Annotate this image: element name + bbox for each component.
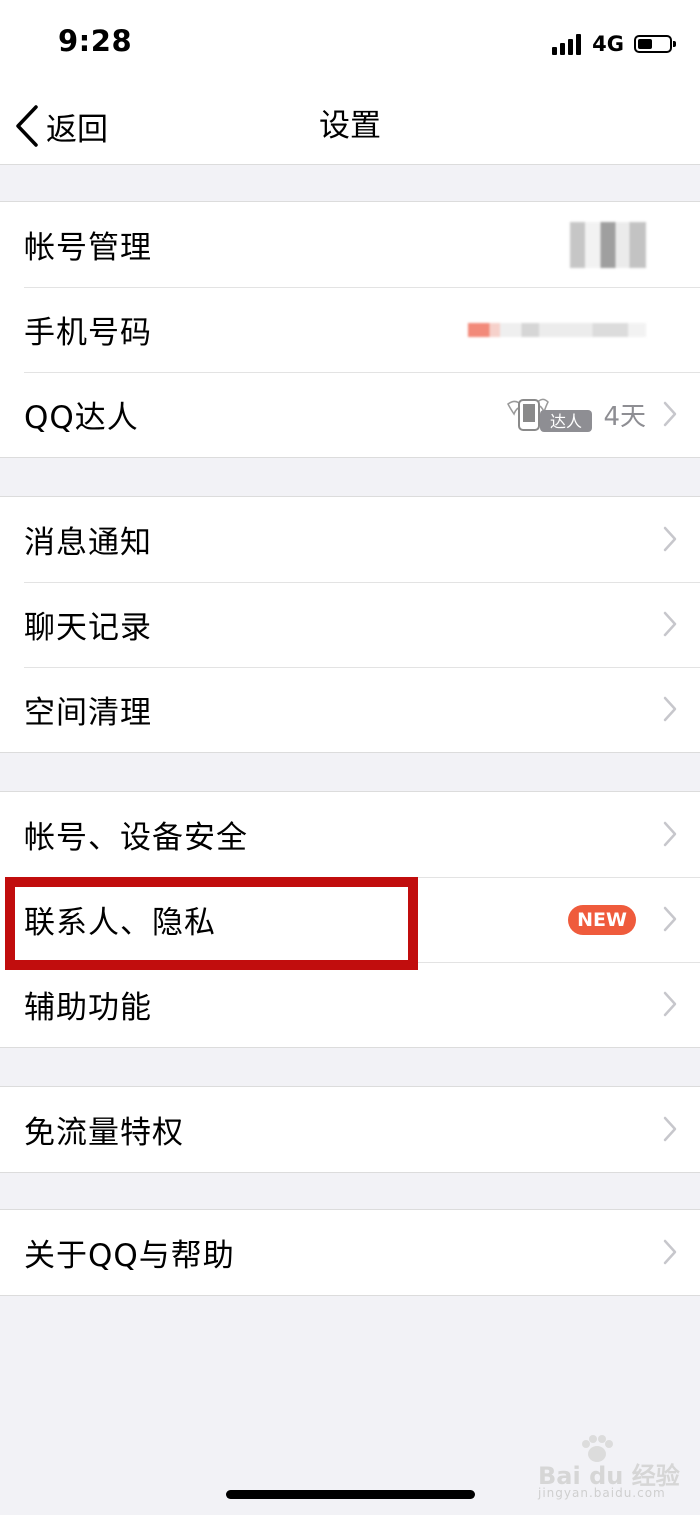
settings-group-about: 关于QQ与帮助	[0, 1209, 700, 1296]
settings-item-label: 聊天记录	[24, 610, 152, 646]
daren-days-value: 4天	[603, 402, 646, 432]
chevron-right-icon	[662, 400, 678, 428]
settings-item-account-management[interactable]: 帐号管理	[0, 202, 700, 287]
chevron-right-icon	[662, 695, 678, 723]
daren-badge-icon: 达人	[507, 398, 592, 432]
settings-group-account: 帐号管理 手机号码 QQ达人 达人 4天	[0, 201, 700, 458]
settings-item-qq-daren[interactable]: QQ达人 达人 4天	[0, 372, 700, 457]
back-button[interactable]: 返回	[14, 88, 108, 164]
settings-item-accessibility[interactable]: 辅助功能	[0, 962, 700, 1047]
settings-item-label: QQ达人	[24, 400, 139, 436]
status-indicators: 4G	[552, 30, 676, 58]
status-time: 9:28	[58, 24, 133, 58]
settings-item-label: 辅助功能	[24, 990, 152, 1026]
chevron-right-icon	[662, 990, 678, 1018]
settings-item-label: 消息通知	[24, 525, 152, 561]
settings-item-notifications[interactable]: 消息通知	[0, 497, 700, 582]
settings-item-label: 关于QQ与帮助	[24, 1238, 235, 1274]
settings-item-label: 免流量特权	[24, 1115, 184, 1151]
network-type: 4G	[592, 32, 624, 56]
chevron-right-icon	[662, 820, 678, 848]
settings-item-free-data[interactable]: 免流量特权	[0, 1087, 700, 1172]
settings-item-label: 帐号、设备安全	[24, 820, 248, 856]
chevron-right-icon	[662, 1115, 678, 1143]
settings-item-label: 手机号码	[24, 315, 152, 351]
settings-item-phone-number[interactable]: 手机号码	[0, 287, 700, 372]
cellular-signal-icon	[552, 33, 584, 55]
new-badge: NEW	[568, 905, 636, 935]
settings-group-security: 帐号、设备安全 联系人、隐私 NEW 辅助功能	[0, 791, 700, 1048]
chevron-right-icon	[662, 525, 678, 553]
daren-badge-text: 达人	[550, 412, 582, 431]
avatar	[570, 222, 646, 268]
settings-item-label: 帐号管理	[24, 230, 152, 266]
watermark-url: jingyan.baidu.com	[538, 1486, 666, 1500]
settings-item-account-device-security[interactable]: 帐号、设备安全	[0, 792, 700, 877]
settings-group-data-plan: 免流量特权	[0, 1086, 700, 1173]
chevron-right-icon	[662, 905, 678, 933]
settings-group-messages: 消息通知 聊天记录 空间清理	[0, 496, 700, 753]
battery-level	[638, 39, 652, 49]
settings-item-contacts-privacy[interactable]: 联系人、隐私 NEW	[0, 877, 700, 962]
chevron-left-icon	[16, 105, 38, 147]
navigation-bar: 返回 设置	[0, 88, 700, 165]
home-indicator[interactable]	[226, 1490, 475, 1499]
chevron-right-icon	[662, 1238, 678, 1266]
settings-item-storage-cleanup[interactable]: 空间清理	[0, 667, 700, 752]
settings-item-label: 联系人、隐私	[24, 905, 216, 941]
watermark: Bai du 经验 jingyan.baidu.com	[538, 1435, 688, 1500]
settings-item-about-help[interactable]: 关于QQ与帮助	[0, 1210, 700, 1295]
settings-item-label: 空间清理	[24, 695, 152, 731]
back-label: 返回	[46, 111, 108, 148]
status-bar: 9:28 4G	[0, 0, 700, 88]
settings-item-chat-history[interactable]: 聊天记录	[0, 582, 700, 667]
battery-icon	[634, 35, 676, 53]
phone-number-value	[468, 323, 646, 337]
chevron-right-icon	[662, 610, 678, 638]
